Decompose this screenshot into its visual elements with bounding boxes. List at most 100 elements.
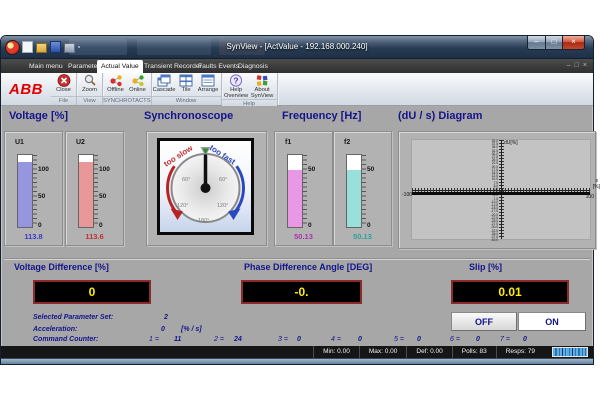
gauge-tick-label: 50: [367, 166, 374, 173]
tile-windows-icon: [179, 74, 193, 87]
gauge-tick-marks: [33, 155, 37, 227]
gauge-value: 50.13: [275, 232, 332, 241]
gauge-tick-label: 100: [99, 166, 110, 173]
arrange-ribbon-button[interactable]: Arrange: [198, 74, 219, 93]
synchronoscope-dial: 60° 60° 120° 120° 180° too slow too fast: [157, 138, 254, 235]
about-synview-ribbon-button[interactable]: About SynView: [250, 74, 275, 99]
command-counter-index: 2 =: [214, 336, 224, 343]
command-counter-index: 5 =: [394, 336, 404, 343]
status-polls: Polls: 83: [452, 346, 496, 358]
voltage-difference-display: 0: [33, 280, 151, 304]
ribbon-group-help: ? Help Overview About SynView Help: [222, 73, 278, 105]
dial-label-180: 180°: [198, 218, 209, 224]
offline-icon: [109, 74, 123, 87]
gauge-tick-label: 100: [38, 166, 49, 173]
gauge-bar-track: [346, 154, 362, 228]
client-area: Voltage [%] Synchronoscope Frequency [Hz…: [1, 106, 593, 346]
gauge-label: U1: [15, 139, 24, 146]
maximize-button[interactable]: □: [546, 36, 562, 50]
du-s-diagram-panel: 40.037.535.032.530.027.525.022.520.017.5…: [398, 131, 596, 249]
on-button[interactable]: ON: [518, 312, 586, 331]
online-ribbon-button[interactable]: Online: [127, 74, 148, 93]
du-s-plot: 40.037.535.032.530.027.525.022.520.017.5…: [411, 139, 591, 240]
tab-diagnosis[interactable]: Diagnosis: [238, 61, 268, 73]
close-red-icon: [57, 74, 71, 87]
command-counter-index: 6 =: [450, 336, 460, 343]
phase-difference-title: Phase Difference Angle [DEG]: [244, 262, 372, 272]
diagram-x-axis-unit: [%]: [593, 184, 600, 190]
open-folder-icon[interactable]: [36, 43, 47, 53]
command-counter-index: 3 =: [278, 336, 288, 343]
dial-label-120-left: 120°: [177, 203, 188, 209]
command-counter-index: 7 =: [500, 336, 510, 343]
status-max: Max: 0.00: [359, 346, 407, 358]
gauge-tick-label: 0: [308, 222, 312, 229]
diagram-y-axis-label: dU[%]: [504, 140, 518, 146]
command-counter-index: 4 =: [331, 336, 341, 343]
tile-ribbon-button[interactable]: Tile: [176, 74, 197, 93]
acceleration-value: 0: [161, 326, 165, 333]
offline-ribbon-button[interactable]: Offline: [105, 74, 126, 93]
mdi-minimize-button[interactable]: –: [567, 61, 571, 71]
help-overview-ribbon-button[interactable]: ? Help Overview: [224, 74, 249, 99]
synchronoscope-panel: 60° 60° 120° 120° 180° too slow too fast: [146, 131, 267, 246]
window-title: SynView - [ActValue - 192.168.000.240]: [61, 36, 533, 58]
tab-actual-value[interactable]: Actual Value: [97, 60, 143, 73]
command-counter-value: 0: [358, 336, 362, 343]
about-colored-squares-icon: [255, 74, 269, 87]
tab-faults-events[interactable]: Faults Events: [198, 61, 239, 73]
help-question-icon: ?: [229, 74, 243, 87]
command-counter-index: 1 =: [149, 336, 159, 343]
comm-activity-indicator: [552, 347, 588, 357]
frequency-section-title: Frequency [Hz]: [282, 110, 361, 122]
mdi-restore-button[interactable]: □: [575, 61, 579, 71]
titlebar[interactable]: SynView - [ActValue - 192.168.000.240] –…: [1, 36, 593, 59]
tab-main-menu[interactable]: Main menu: [29, 61, 63, 73]
voltage-difference-title: Voltage Difference [%]: [14, 262, 109, 272]
section-divider: [4, 258, 590, 260]
arrange-windows-icon: [201, 74, 215, 87]
zoom-ribbon-button[interactable]: Zoom: [79, 74, 100, 93]
gauge-tick-label: 50: [38, 193, 45, 200]
window-controls: – □ ×: [527, 36, 585, 50]
gauge-u2: U2 100 50 0 113.6: [65, 131, 124, 246]
gauge-label: U2: [76, 139, 85, 146]
mdi-close-button[interactable]: ×: [583, 61, 587, 71]
minimize-button[interactable]: –: [527, 36, 546, 50]
gauge-label: f2: [344, 139, 350, 146]
command-counter-value: 24: [234, 336, 242, 343]
tab-parameter[interactable]: Parameter: [68, 61, 100, 73]
gauge-bar-fill: [79, 162, 93, 227]
close-button[interactable]: ×: [562, 36, 585, 50]
gauge-label: f1: [285, 139, 291, 146]
dial-label-60-left: 60°: [182, 177, 190, 183]
app-icon[interactable]: [5, 40, 20, 55]
cascade-ribbon-button[interactable]: Cascade: [154, 74, 175, 93]
ribbon-group-window: Cascade Tile Arrange W: [152, 73, 222, 105]
dial-label-120-right: 120°: [217, 203, 228, 209]
new-file-icon[interactable]: [22, 41, 33, 53]
save-icon[interactable]: [50, 41, 61, 53]
gauge-bar-fill: [18, 162, 32, 227]
gauge-bar-track: [17, 154, 33, 228]
command-counter-value: 0: [476, 336, 480, 343]
slip-display: 0.01: [451, 280, 569, 304]
close-ribbon-button[interactable]: Close: [53, 74, 74, 93]
gauge-value: 113.8: [5, 232, 62, 241]
param-set-label: Selected Parameter Set:: [33, 314, 113, 321]
synchronoscope-section-title: Synchronoscope: [144, 110, 233, 122]
diagram-x-axis: [412, 190, 590, 191]
gauge-tick-label: 0: [38, 222, 42, 229]
command-counters: 1 =112 =243 =04 =05 =06 =07 =0: [1, 336, 593, 346]
gauge-f1: f1 50 0 50.13: [274, 131, 333, 246]
ribbon-group-label: File: [51, 96, 76, 105]
diagram-y-tick-label: -40.0: [491, 239, 498, 242]
gauge-f2: f2 50 0 50.13: [333, 131, 392, 246]
command-counter-value: 0: [523, 336, 527, 343]
gauge-bar-track: [78, 154, 94, 228]
gauge-u1: U1 100 50 0 113.8: [4, 131, 63, 246]
tab-transient-recorder[interactable]: Transient Recorder: [144, 61, 202, 73]
command-counter-value: 11: [174, 336, 181, 343]
off-button[interactable]: OFF: [451, 312, 517, 331]
gauge-tick-label: 50: [308, 166, 315, 173]
